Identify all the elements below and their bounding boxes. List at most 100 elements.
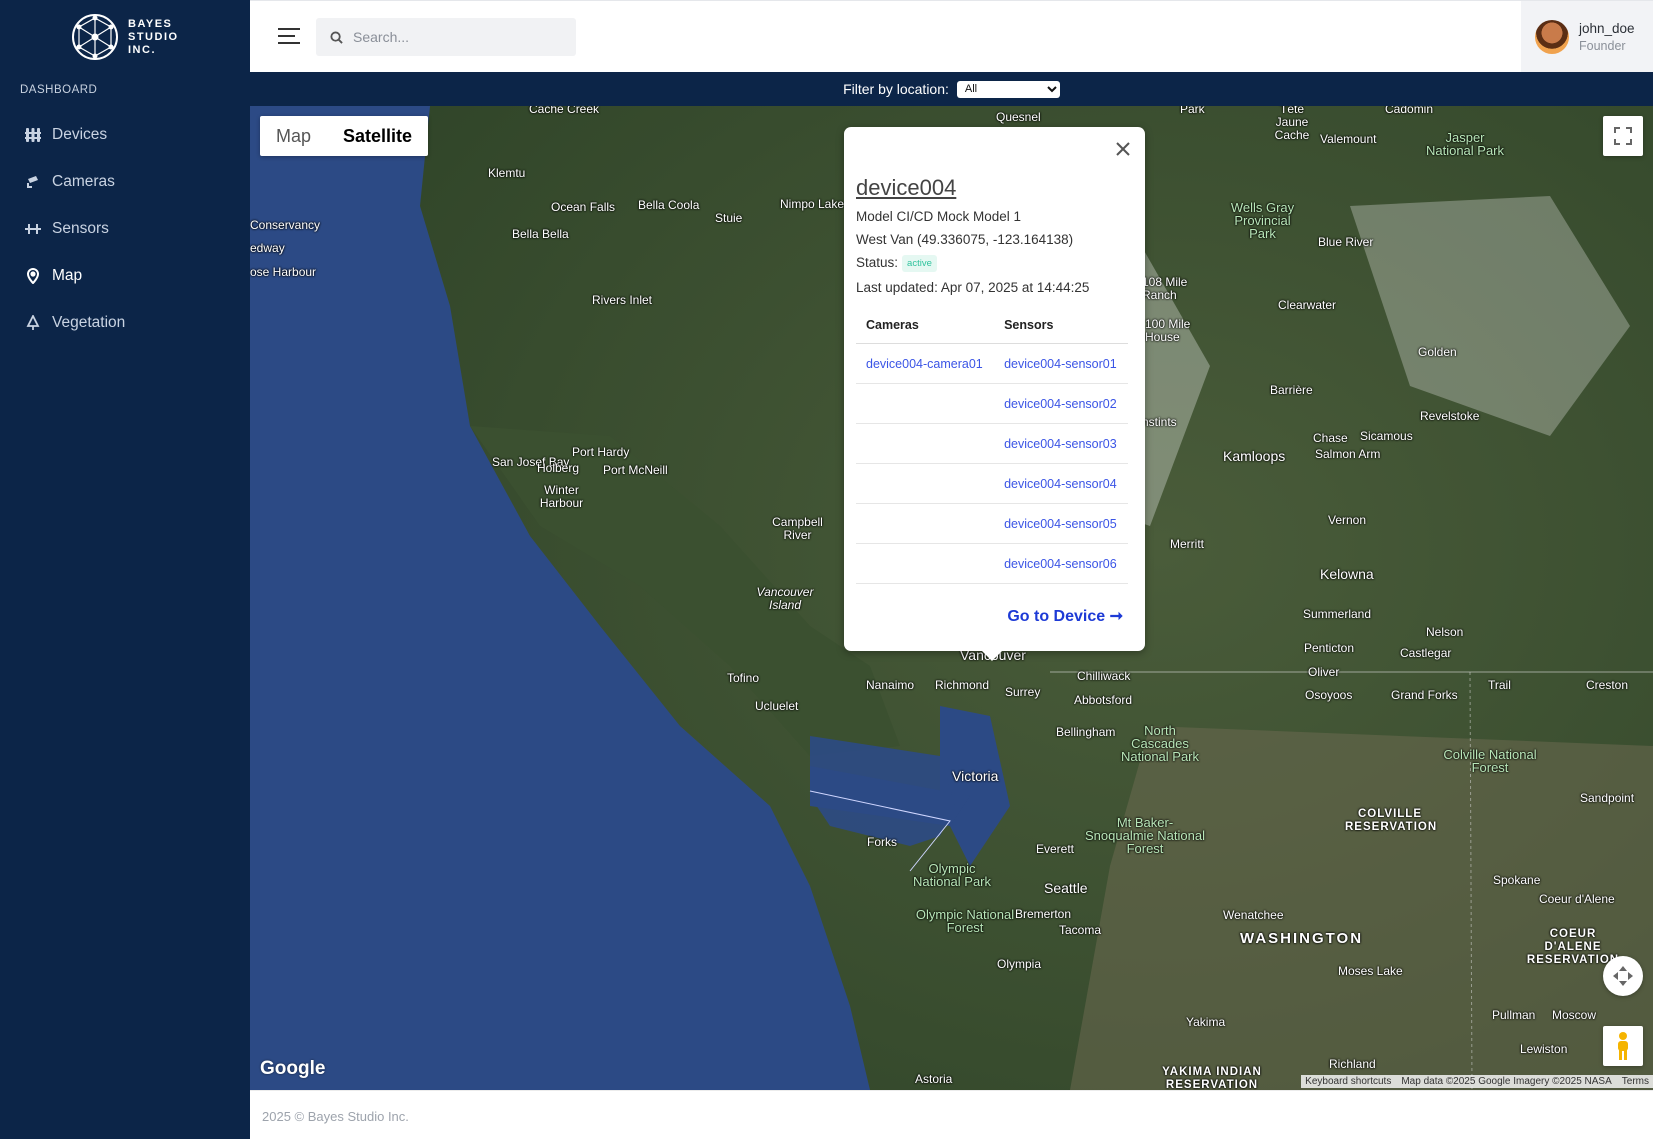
- map-label: Tête Jaune Cache: [1274, 106, 1310, 142]
- map-label: Yakima: [1186, 1015, 1226, 1029]
- search-input[interactable]: [353, 29, 553, 45]
- map-label: Ocean Falls: [551, 200, 616, 214]
- map-label: Klemtu: [488, 166, 526, 180]
- map-label: North Cascades National Park: [1120, 723, 1200, 764]
- sensor-link[interactable]: device004-sensor05: [994, 503, 1128, 544]
- menu-toggle-icon[interactable]: [278, 27, 300, 45]
- map-label: ose Harbour: [250, 265, 317, 279]
- devices-icon: [24, 126, 42, 144]
- map-label: Ucluelet: [755, 699, 799, 713]
- sensor-link[interactable]: device004-sensor06: [994, 543, 1128, 584]
- map-label: Golden: [1418, 345, 1457, 359]
- map-pin-icon: [24, 267, 42, 285]
- map-label: Richmond: [935, 678, 990, 692]
- sidebar-item-label: Cameras: [52, 172, 115, 190]
- go-to-device-link[interactable]: Go to Device ➞: [1007, 606, 1123, 626]
- sidebar-item-devices[interactable]: Devices: [0, 111, 250, 158]
- map-label: Bella Coola: [638, 198, 700, 212]
- sidebar: BAYES STUDIO INC. DASHBOARD Devices Came…: [0, 0, 250, 1139]
- map-label: Port Hardy: [572, 445, 630, 459]
- footer: 2025 © Bayes Studio Inc.: [250, 1090, 1653, 1139]
- move-arrows-icon: [1613, 966, 1633, 986]
- map-label: Quesnel: [996, 110, 1041, 124]
- map-label: Chase: [1313, 431, 1348, 445]
- map-label: Abbotsford: [1074, 693, 1133, 707]
- map-label: Wells Gray Provincial Park: [1230, 200, 1295, 241]
- map-label: Nelson: [1426, 625, 1464, 639]
- map-label: nstints: [1142, 415, 1177, 429]
- map-label: Pullman: [1492, 1008, 1536, 1022]
- map-label: Forks: [867, 835, 897, 849]
- table-header-row: Cameras Sensors: [856, 307, 1128, 344]
- sensor-link[interactable]: device004-sensor04: [994, 463, 1128, 504]
- device-title-link[interactable]: device004: [856, 175, 956, 201]
- copyright-text: 2025 © Bayes Studio Inc.: [262, 1109, 409, 1124]
- logo[interactable]: BAYES STUDIO INC.: [70, 12, 179, 62]
- map-label: Moscow: [1552, 1008, 1597, 1022]
- map-data-text: Map data ©2025 Google Imagery ©2025 NASA: [1401, 1076, 1612, 1087]
- sidebar-item-map[interactable]: Map: [0, 252, 250, 299]
- user-menu[interactable]: john_doe Founder: [1521, 1, 1653, 73]
- sensor-link[interactable]: device004-sensor03: [994, 423, 1128, 464]
- map-label: Nimpo Lake: [780, 197, 845, 211]
- sidebar-item-cameras[interactable]: Cameras: [0, 158, 250, 205]
- fullscreen-button[interactable]: [1603, 116, 1643, 156]
- map-label: Conservancy: [250, 218, 321, 232]
- camera-cell-empty: [856, 383, 995, 424]
- map-label: Cadomin: [1385, 106, 1434, 116]
- map-label: Stuie: [715, 211, 743, 225]
- map-label: Wenatchee: [1223, 908, 1284, 922]
- map-label: Lewiston: [1520, 1042, 1568, 1056]
- map-type-satellite-button[interactable]: Satellite: [327, 116, 428, 156]
- map-label: Bella Bella: [512, 227, 569, 241]
- sensor-icon: [24, 220, 42, 238]
- camera-cell-empty: [856, 423, 995, 464]
- map-camera-control[interactable]: [1603, 956, 1643, 996]
- search-icon: [330, 30, 343, 44]
- map-label: Creston: [1586, 678, 1629, 692]
- map-type-map-button[interactable]: Map: [260, 116, 327, 156]
- map-label: Bellingham: [1056, 725, 1116, 739]
- sidebar-item-sensors[interactable]: Sensors: [0, 205, 250, 252]
- map-label: Port McNeill: [603, 463, 668, 477]
- map-label: Sicamous: [1360, 429, 1413, 443]
- terms-link[interactable]: Terms: [1622, 1076, 1649, 1087]
- map-label: Castlegar: [1400, 646, 1452, 660]
- device-last-updated: Last updated: Apr 07, 2025 at 14:44:25: [856, 280, 1090, 295]
- filter-bar: Filter by location: All: [250, 72, 1653, 106]
- column-header-sensors: Sensors: [994, 307, 1128, 344]
- sidebar-item-label: Sensors: [52, 219, 109, 237]
- street-view-pegman[interactable]: [1603, 1026, 1643, 1066]
- keyboard-shortcuts-link[interactable]: Keyboard shortcuts: [1305, 1076, 1391, 1087]
- location-filter-select[interactable]: All: [956, 80, 1060, 98]
- map-label: Revelstoke: [1420, 409, 1480, 423]
- map-label: Nanaimo: [866, 678, 915, 692]
- close-icon[interactable]: [1115, 141, 1131, 157]
- sidebar-nav: Devices Cameras Sensors Map Vegetation: [0, 111, 250, 346]
- map-label: Salmon Arm: [1315, 447, 1381, 461]
- map-label: Olympic National Park: [912, 861, 992, 889]
- camera-link[interactable]: device004-camera01: [856, 343, 995, 384]
- map-label: Penticton: [1304, 641, 1355, 655]
- map-label: Campbell River: [772, 515, 823, 542]
- map-label: Spokane: [1493, 873, 1541, 887]
- camera-cell-empty: [856, 543, 995, 584]
- map-label: Olympia: [997, 957, 1042, 971]
- map-label: Kamloops: [1223, 448, 1286, 464]
- sidebar-item-label: Vegetation: [52, 313, 126, 331]
- sensor-link[interactable]: device004-sensor01: [994, 343, 1128, 384]
- sensor-link[interactable]: device004-sensor02: [994, 383, 1128, 424]
- status-label: Status:: [856, 255, 899, 271]
- tree-icon: [24, 314, 42, 332]
- map-label: Osoyoos: [1305, 688, 1353, 702]
- nav-section-title: DASHBOARD: [20, 84, 98, 96]
- map-label: Jasper National Park: [1425, 130, 1505, 158]
- map-label: 100 Mile House: [1145, 317, 1191, 344]
- map-label: Sandpoint: [1580, 791, 1635, 805]
- map-label: 108 Mile Ranch: [1142, 275, 1188, 302]
- map-label: Clearwater: [1278, 298, 1337, 312]
- sidebar-item-vegetation[interactable]: Vegetation: [0, 299, 250, 346]
- map-type-control: Map Satellite: [260, 116, 429, 156]
- table-row: device004-camera01 device004-sensor01: [856, 343, 1128, 384]
- map-label: Tacoma: [1059, 923, 1102, 937]
